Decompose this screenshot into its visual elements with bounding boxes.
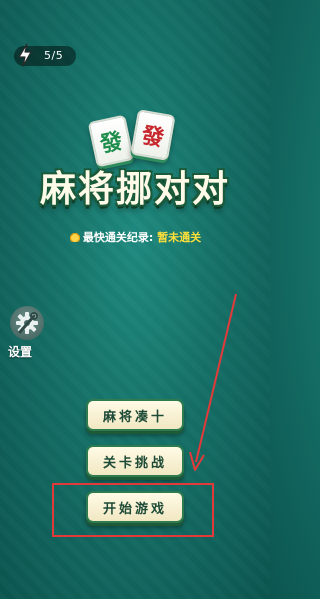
best-record: 最快通关纪录: 暂未通关 xyxy=(0,229,270,245)
medal-icon xyxy=(68,232,81,242)
lightning-bolt-icon xyxy=(18,43,32,67)
mahjong-tile-red: 發 xyxy=(130,109,176,161)
settings-button[interactable]: 设置 xyxy=(8,306,48,360)
energy-count: 5/5 xyxy=(44,49,64,62)
settings-label: 设置 xyxy=(8,345,33,359)
mahjong-make-ten-button[interactable]: 麻将凑十 xyxy=(86,399,184,431)
highlight-box xyxy=(52,483,214,537)
energy-indicator: 5/5 xyxy=(14,43,76,67)
record-label: 最快通关纪录: xyxy=(82,231,154,244)
gear-icon xyxy=(16,312,38,334)
level-challenge-button[interactable]: 关卡挑战 xyxy=(86,445,184,477)
game-title: 麻将挪对对 xyxy=(39,169,230,210)
record-value: 暂未通关 xyxy=(157,231,202,244)
gear-wrench-icon xyxy=(10,306,44,340)
